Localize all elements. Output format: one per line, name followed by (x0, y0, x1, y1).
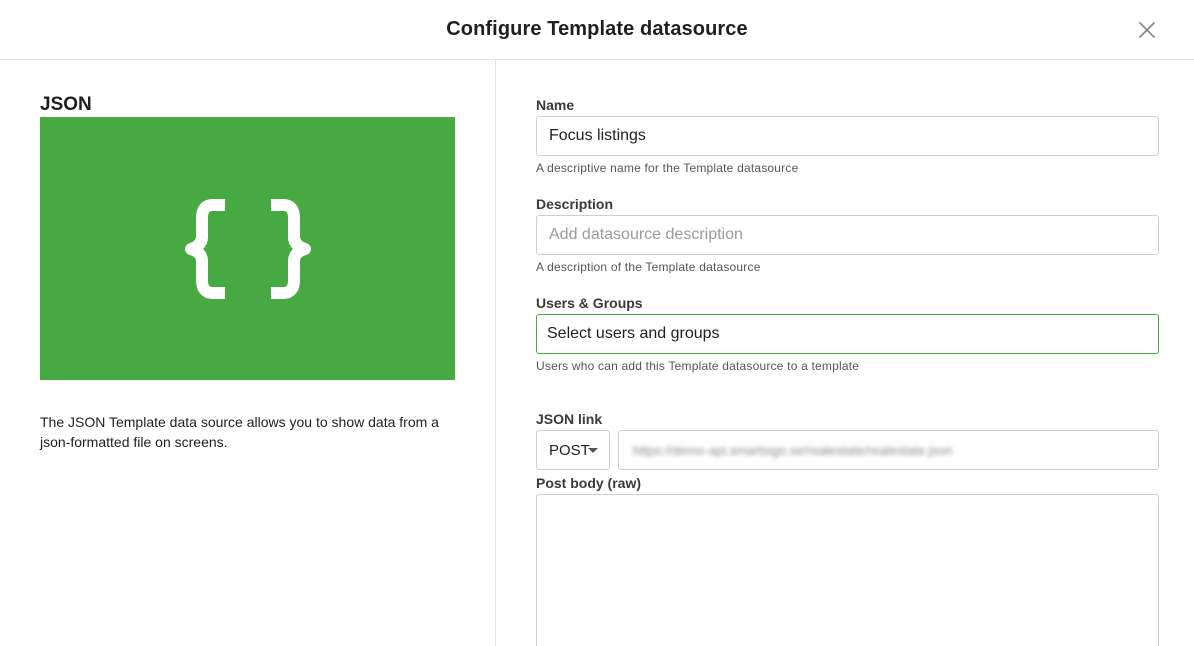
post-body-label: Post body (raw) (536, 475, 642, 491)
chevron-down-icon (588, 448, 598, 453)
description-input[interactable] (536, 215, 1159, 255)
curly-braces-icon (184, 198, 311, 299)
description-label: Description (536, 196, 614, 212)
configure-datasource-dialog: Configure Template datasource JSON The J… (0, 0, 1194, 646)
close-icon (1139, 22, 1155, 38)
post-body-textarea[interactable] (536, 494, 1159, 646)
json-link-label: JSON link (536, 411, 603, 427)
name-helper: A descriptive name for the Template data… (536, 161, 799, 175)
users-groups-helper: Users who can add this Template datasour… (536, 359, 860, 373)
users-groups-label: Users & Groups (536, 295, 643, 311)
panel-divider (495, 60, 496, 646)
json-url-value: https://demo-api.smartsign.se/realestate… (633, 442, 953, 458)
dialog-title: Configure Template datasource (446, 18, 748, 40)
datasource-type-banner (40, 117, 455, 380)
name-label: Name (536, 97, 575, 113)
dialog-header: Configure Template datasource (0, 0, 1194, 60)
datasource-type-heading: JSON (40, 94, 92, 115)
close-button[interactable] (1136, 19, 1158, 41)
datasource-type-description: The JSON Template data source allows you… (40, 414, 439, 450)
http-method-select[interactable]: POST (536, 430, 610, 470)
json-url-input[interactable]: https://demo-api.smartsign.se/realestate… (618, 430, 1159, 470)
name-input[interactable] (536, 116, 1159, 156)
description-helper: A description of the Template datasource (536, 260, 761, 274)
users-groups-select[interactable] (536, 314, 1159, 354)
http-method-value: POST (549, 441, 590, 459)
